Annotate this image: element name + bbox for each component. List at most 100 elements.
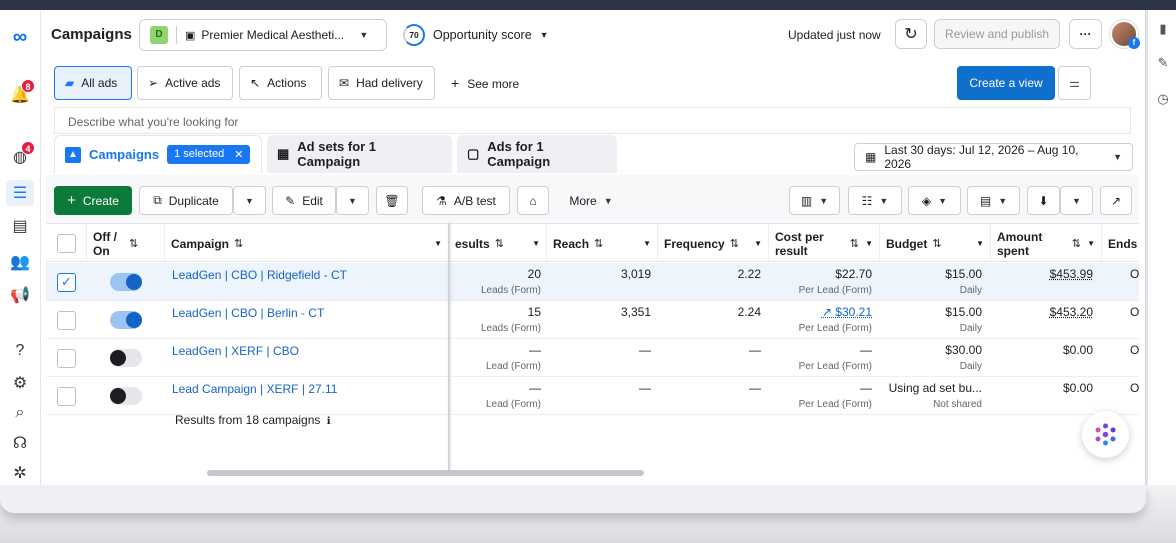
create-label: Create <box>82 193 119 208</box>
meta-logo-icon[interactable]: ∞ <box>6 24 34 50</box>
settings-gear-icon[interactable]: ⚙ <box>6 370 34 396</box>
header-off-on[interactable]: Off / On ⇅ <box>87 224 165 263</box>
campaign-toggle[interactable] <box>110 311 142 329</box>
cost-type: Per Lead (Form) <box>798 361 872 372</box>
header-reach[interactable]: Reach ⇅ ▼ <box>547 224 658 263</box>
select-all-header <box>46 224 87 263</box>
results-value: 20 <box>527 267 541 281</box>
campaign-name-link[interactable]: LeadGen | CBO | Ridgefield - CT <box>172 268 347 282</box>
row-checkbox[interactable] <box>57 311 76 330</box>
chevron-down-icon: ▼ <box>819 195 829 206</box>
more-button[interactable]: More ▼ <box>558 186 624 215</box>
window-top-bar <box>0 0 1176 10</box>
ai-sparkle-icon <box>1095 423 1116 446</box>
review-publish-button[interactable]: Review and publish <box>934 19 1060 49</box>
header-amount-spent[interactable]: Amount spent ⇅ ▼ <box>991 224 1102 263</box>
more-options-button[interactable]: ··· <box>1069 19 1102 49</box>
date-range-picker[interactable]: ▦ Last 30 days: Jul 12, 2026 – Aug 10, 2… <box>854 143 1133 171</box>
tag-button[interactable]: ⌂ <box>517 186 549 215</box>
header-ends[interactable]: Ends <box>1102 224 1139 263</box>
duplicate-dropdown[interactable]: ▼ <box>233 186 266 215</box>
info-icon[interactable]: ℹ <box>327 416 331 427</box>
tab-actions-label: Actions <box>267 76 307 90</box>
table-row[interactable]: Lead Campaign | XERF | 27.11 — Lead (Form)… <box>46 377 1139 415</box>
delete-button[interactable]: 🗑 <box>376 186 408 215</box>
chevron-down-icon: ▼ <box>539 30 549 40</box>
export-dropdown[interactable]: ▼ <box>1060 186 1093 215</box>
campaigns-table-icon[interactable]: ☰ <box>6 180 34 206</box>
campaign-toggle[interactable] <box>110 273 142 291</box>
more-label: More <box>569 193 597 208</box>
export-button[interactable]: ⬇ <box>1027 186 1060 215</box>
header-budget[interactable]: Budget ⇅ ▼ <box>880 224 991 263</box>
cost-value: $22.70 <box>835 267 872 281</box>
edit-dropdown[interactable]: ▼ <box>336 186 369 215</box>
tab-all-ads-label: All ads <box>81 76 118 90</box>
table-row[interactable]: LeadGen | CBO | Berlin - CT 15 Leads (Form… <box>46 301 1139 339</box>
view-settings-button[interactable]: ⚌ <box>1058 66 1091 100</box>
duplicate-button[interactable]: ⧉ Duplicate <box>139 186 233 215</box>
avatar[interactable]: f <box>1110 20 1140 49</box>
bug-report-icon[interactable]: ✲ <box>6 460 34 486</box>
create-button[interactable]: + Create <box>54 186 132 215</box>
tab-ad-sets[interactable]: ▦ Ad sets for 1 Campaign <box>267 135 452 173</box>
pencil-icon[interactable]: ✎ <box>1154 54 1172 72</box>
notifications-bell-icon[interactable]: 🔔 8 <box>6 79 35 108</box>
tab-had-delivery[interactable]: ✉ Had delivery <box>328 66 435 100</box>
frequency-value: — <box>749 343 761 357</box>
campaign-toggle[interactable] <box>110 387 142 405</box>
grid-icon: ▦ <box>277 146 290 161</box>
campaign-name-link[interactable]: Lead Campaign | XERF | 27.11 <box>172 382 337 396</box>
header-cost-per-result[interactable]: Cost per result ⇅ ▼ <box>769 224 880 263</box>
support-headset-icon[interactable]: ☊ <box>6 430 34 456</box>
messages-icon[interactable]: ◍ 4 <box>6 141 35 170</box>
tab-active-ads[interactable]: ➢ Active ads <box>137 66 233 100</box>
megaphone-icon[interactable]: 📢 <box>6 282 34 308</box>
refresh-button[interactable]: ↻ <box>895 19 927 49</box>
campaign-name-link[interactable]: LeadGen | CBO | Berlin - CT <box>172 306 324 320</box>
pages-icon[interactable]: ▤ <box>6 213 34 239</box>
header-results[interactable]: esults ⇅ ▼ <box>449 224 547 263</box>
row-checkbox[interactable] <box>57 349 76 368</box>
tab-actions[interactable]: ↖ Actions <box>239 66 322 100</box>
results-type: Lead (Form) <box>485 399 541 410</box>
header-campaign[interactable]: Campaign ⇅ ▼ <box>165 224 449 263</box>
selected-chip[interactable]: 1 selected ✕ <box>167 145 251 164</box>
see-more-button[interactable]: + See more <box>451 76 519 91</box>
opportunity-score[interactable]: 70 Opportunity score ▼ <box>403 24 549 46</box>
horizontal-scrollbar[interactable] <box>207 470 644 476</box>
breakdown-button[interactable]: ☷ ▼ <box>848 186 902 215</box>
charts-button[interactable]: ↗ <box>1100 186 1132 215</box>
reports-button[interactable]: ▤ ▼ <box>967 186 1020 215</box>
ab-test-button[interactable]: ⚗ A/B test <box>422 186 510 215</box>
audiences-icon[interactable]: 👥 <box>6 249 34 275</box>
search-input[interactable]: Describe what you're looking for <box>54 107 1131 134</box>
layers-button[interactable]: ◈ ▼ <box>908 186 961 215</box>
table-row[interactable]: LeadGen | XERF | CBO — Lead (Form) — — — Per L… <box>46 339 1139 377</box>
help-icon[interactable]: ? <box>6 338 34 364</box>
results-value: 15 <box>527 305 541 319</box>
calendar-icon: ▦ <box>865 150 877 164</box>
clear-selection-icon[interactable]: ✕ <box>234 148 243 161</box>
account-selector[interactable]: D ▣ Premier Medical Aestheti... ▼ <box>139 19 387 51</box>
header-frequency[interactable]: Frequency ⇅ ▼ <box>658 224 769 263</box>
create-view-button[interactable]: Create a view <box>957 66 1055 100</box>
campaign-toggle[interactable] <box>110 349 142 367</box>
clock-icon[interactable]: ◷ <box>1154 90 1172 108</box>
edit-button[interactable]: ✎ Edit <box>272 186 336 215</box>
edit-label: Edit <box>302 193 323 208</box>
select-all-checkbox[interactable] <box>57 234 76 253</box>
row-checkbox[interactable]: ✓ <box>57 273 76 292</box>
ai-assistant-button[interactable] <box>1082 411 1129 458</box>
campaign-name-link[interactable]: LeadGen | XERF | CBO <box>172 344 299 358</box>
table-row[interactable]: ✓ LeadGen | CBO | Ridgefield - CT 20 Leads … <box>46 263 1139 301</box>
tab-campaigns[interactable]: ▲ Campaigns 1 selected ✕ <box>54 135 262 173</box>
row-checkbox[interactable] <box>57 387 76 406</box>
chevron-down-icon: ▼ <box>245 195 254 206</box>
bar-chart-icon[interactable]: ▮ <box>1154 20 1172 38</box>
folder-icon: ▰ <box>65 76 75 90</box>
search-icon[interactable]: ⌕ <box>6 400 34 426</box>
columns-button[interactable]: ▥ ▼ <box>789 186 840 215</box>
tab-ads[interactable]: ▢ Ads for 1 Campaign <box>457 135 617 173</box>
tab-all-ads[interactable]: ▰ All ads <box>54 66 132 100</box>
